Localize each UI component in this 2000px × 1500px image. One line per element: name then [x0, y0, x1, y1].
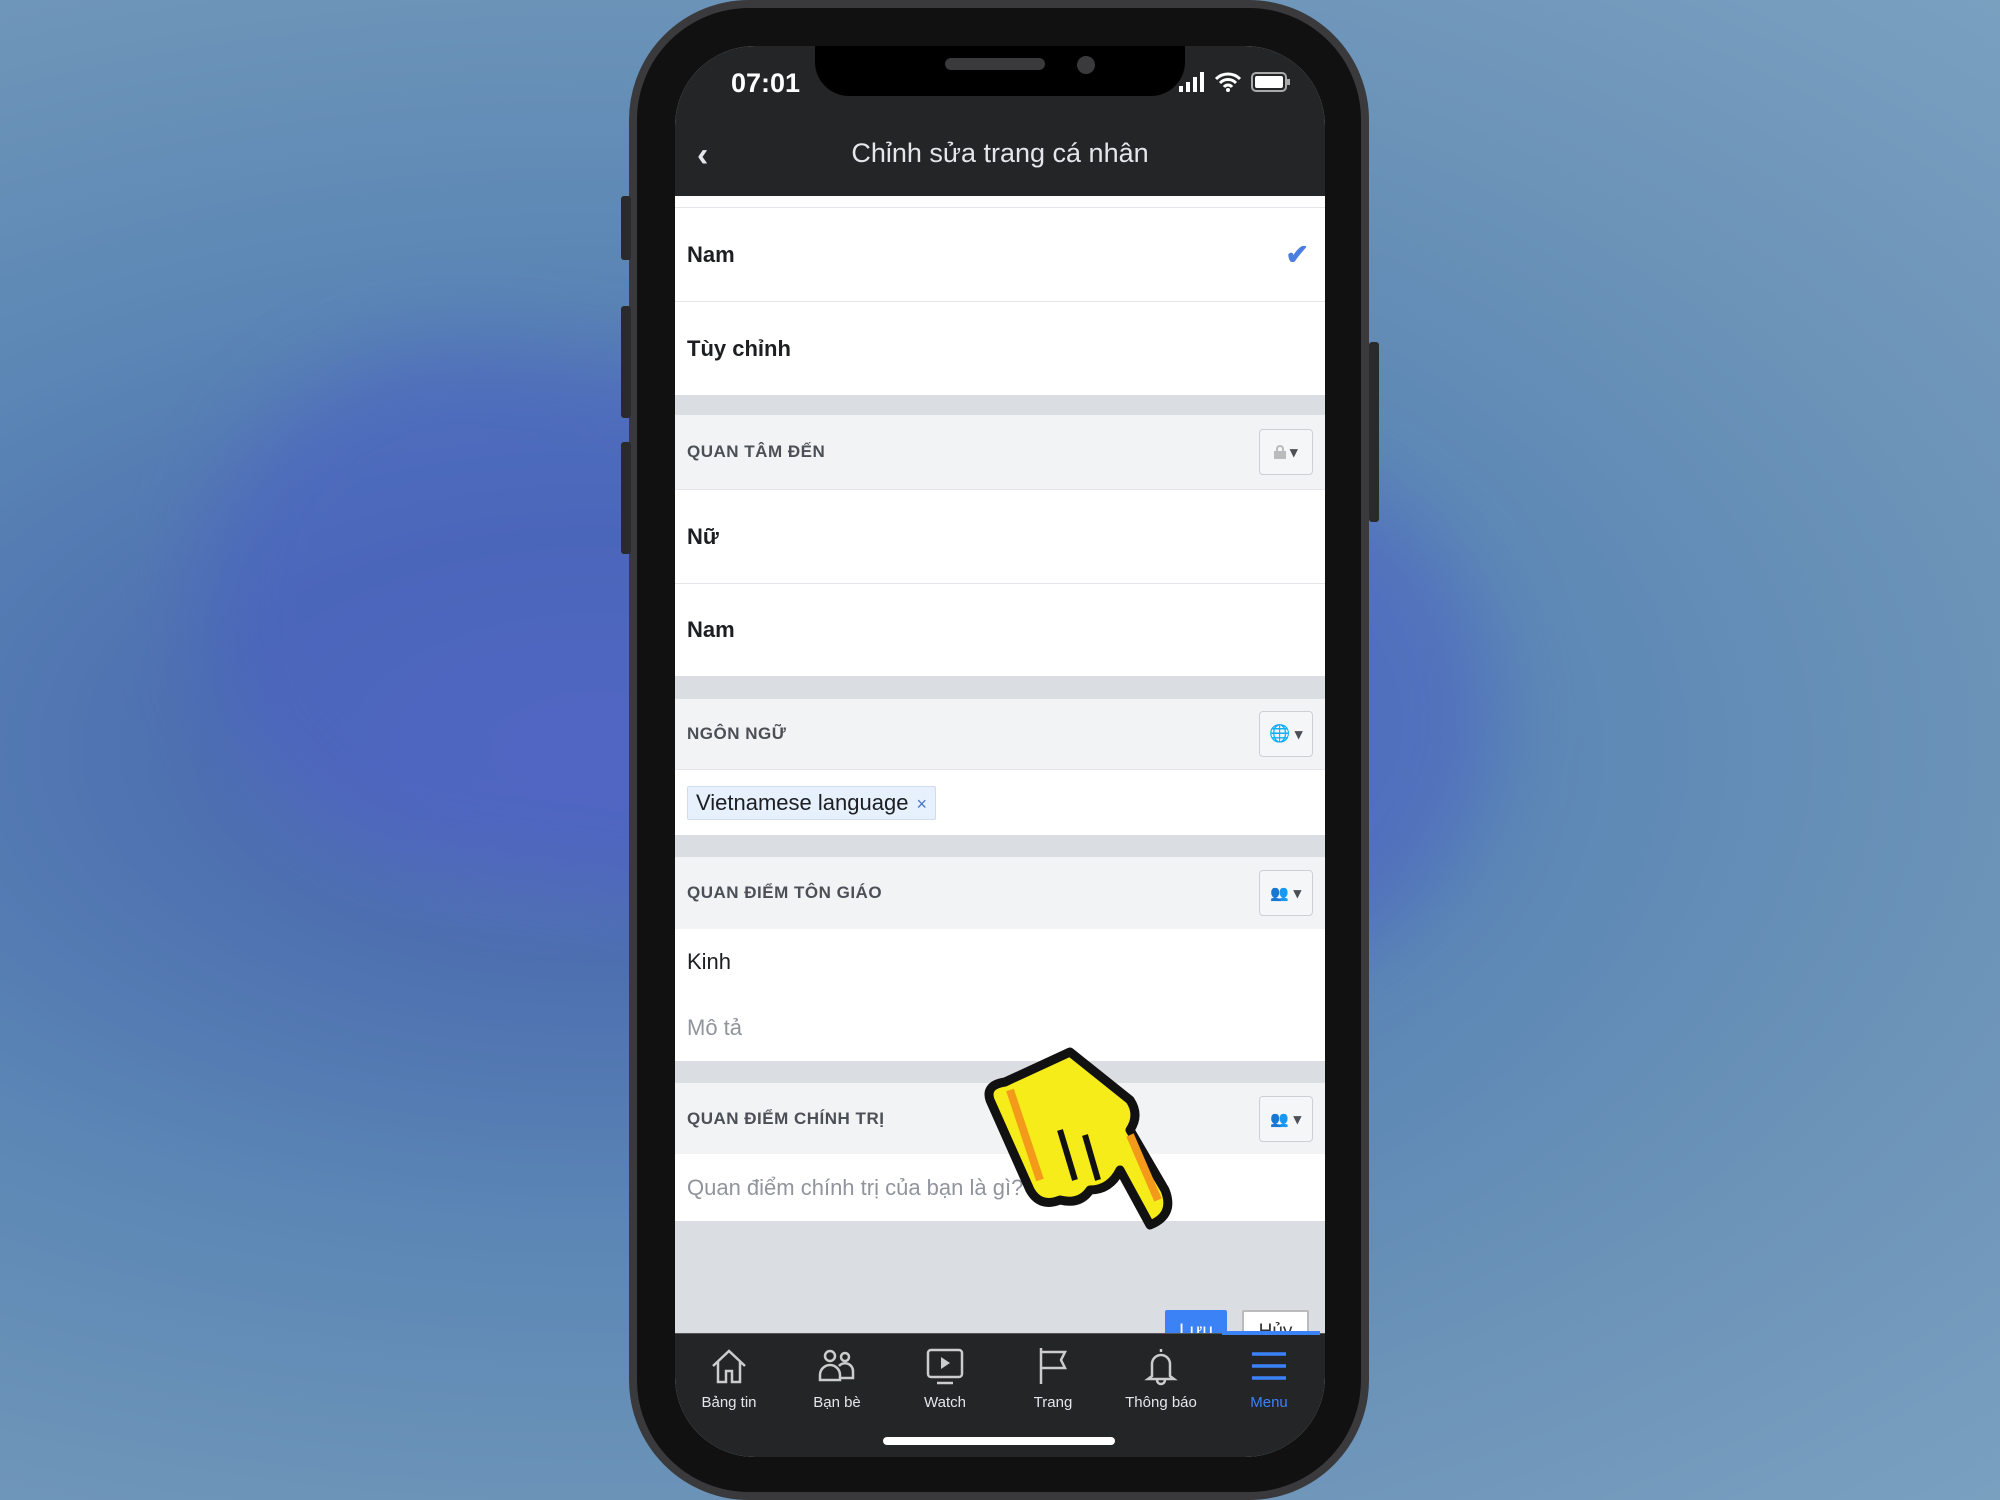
tab-pages[interactable]: Trang [999, 1346, 1107, 1411]
volume-down-button [621, 442, 631, 554]
flag-icon [1039, 1348, 1068, 1384]
tab-menu[interactable]: Menu [1215, 1346, 1323, 1411]
tab-label: Bảng tin [701, 1394, 757, 1411]
signal-icon [1179, 72, 1204, 92]
home-icon [712, 1349, 746, 1384]
caret-down-icon: ▾ [1289, 444, 1299, 461]
gender-option-custom[interactable]: Tùy chỉnh [675, 301, 1325, 395]
tab-notifications[interactable]: Thông báo [1107, 1346, 1215, 1411]
tab-news-feed[interactable]: Bảng tin [675, 1346, 783, 1411]
input-placeholder: Quan điểm chính trị của bạn là gì? [687, 1174, 1024, 1200]
status-time: 07:01 [731, 68, 801, 98]
friends-icon: 👥 [1270, 885, 1290, 902]
wifi-icon [1215, 72, 1241, 92]
tab-label: Bạn bè [813, 1394, 861, 1411]
menu-icon [1252, 1352, 1286, 1380]
active-tab-indicator [1222, 1331, 1320, 1335]
power-button [1369, 342, 1379, 522]
tab-watch[interactable]: Watch [891, 1346, 999, 1411]
page-title: Chỉnh sửa trang cá nhân [851, 138, 1149, 168]
gender-option-nam[interactable]: Nam ✔ [675, 207, 1325, 301]
caret-down-icon: ▾ [1293, 885, 1302, 902]
lock-icon [1273, 445, 1286, 459]
silent-switch [621, 196, 631, 260]
friends-icon: 👥 [1270, 1110, 1290, 1128]
tab-label: Thông báo [1125, 1394, 1197, 1411]
input-placeholder: Mô tả [687, 1015, 743, 1040]
volume-up-button [621, 306, 631, 418]
section-religion: QUAN ĐIỂM TÔN GIÁO 👥 ▾ [675, 857, 1325, 929]
option-label: Nam [687, 241, 735, 267]
language-tag: Vietnamese language × [687, 785, 936, 820]
interested-in-male[interactable]: Nam [675, 583, 1325, 676]
input-value: Kinh [687, 949, 732, 974]
phone-screen: 07:01 ‹ Chỉnh sửa trang cá nhân Nam ✔ Tùy… [675, 46, 1325, 1457]
globe-icon: 🌐 [1269, 724, 1291, 743]
section-heading: QUAN ĐIỂM CHÍNH TRỊ [687, 1108, 885, 1128]
section-interested-in: QUAN TÂM ĐẾN ▾ [675, 415, 1325, 489]
caret-down-icon: ▾ [1293, 1110, 1302, 1128]
interested-in-female[interactable]: Nữ [675, 489, 1325, 583]
option-label: Tùy chỉnh [687, 335, 791, 361]
section-heading: QUAN ĐIỂM TÔN GIÁO [687, 883, 883, 902]
section-heading: NGÔN NGỮ [687, 724, 787, 743]
tab-friends[interactable]: Bạn bè [783, 1346, 891, 1411]
tab-label: Trang [1033, 1394, 1073, 1411]
privacy-selector[interactable]: 👥 ▾ [1259, 870, 1313, 916]
remove-tag-icon[interactable]: × [916, 794, 927, 814]
tab-label: Watch [924, 1394, 966, 1411]
bottom-tab-bar: Bảng tin Bạn bè Watch Trang Thông báo Me… [675, 1331, 1325, 1457]
privacy-selector[interactable]: 🌐 ▾ [1259, 711, 1313, 757]
religion-input[interactable]: Kinh [675, 929, 1325, 995]
notch [815, 46, 1185, 96]
language-tags[interactable]: Vietnamese language × [675, 769, 1325, 835]
pointing-hand-icon [984, 1047, 1173, 1230]
option-label: Nữ [687, 523, 719, 549]
bell-icon [1144, 1349, 1178, 1386]
battery-icon [1251, 72, 1290, 92]
check-icon: ✔ [1285, 239, 1309, 270]
caret-down-icon: ▾ [1294, 726, 1303, 743]
privacy-selector[interactable]: ▾ [1259, 429, 1313, 475]
section-heading: QUAN TÂM ĐẾN [687, 442, 826, 461]
home-indicator [883, 1437, 1115, 1445]
privacy-selector[interactable]: 👥 ▾ [1259, 1095, 1313, 1142]
tab-label: Menu [1250, 1394, 1288, 1411]
option-label: Nam [687, 617, 735, 642]
status-icons [1179, 72, 1291, 92]
watch-icon [926, 1348, 964, 1385]
friends-icon [818, 1349, 855, 1382]
section-languages: NGÔN NGỮ 🌐 ▾ [675, 699, 1325, 769]
tag-label: Vietnamese language [696, 789, 909, 815]
